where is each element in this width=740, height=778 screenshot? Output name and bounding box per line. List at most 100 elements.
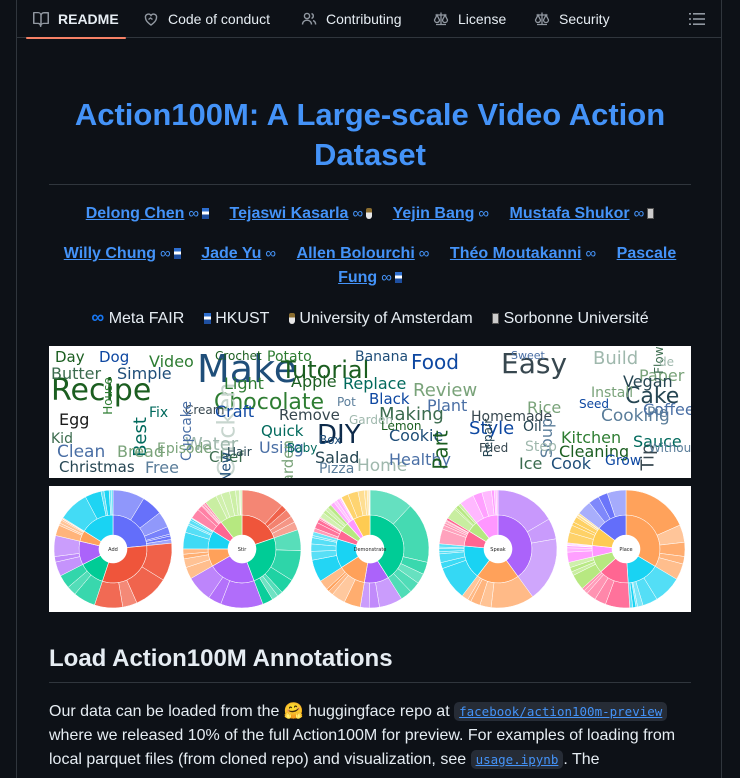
section-paragraph: Our data can be loaded from the 🤗 huggin… [49, 700, 699, 772]
author-link[interactable]: Jade Yu∞ [201, 245, 276, 262]
word-cloud-word: Day [55, 350, 85, 365]
tab-label: Contributing [326, 11, 402, 27]
author-link[interactable]: Tejaswi Kasarla∞ [230, 205, 373, 222]
sunburst-center-label: Stir [238, 547, 248, 553]
tab-security[interactable]: Security [534, 0, 610, 38]
word-cloud-word: Banana [355, 350, 408, 364]
meta-infinity-icon: ∞ [419, 242, 430, 266]
hugging-face-emoji-icon: 🤗 [284, 703, 304, 720]
hkust-icon [204, 313, 211, 324]
readme-tab-bar: README Code of conduct Contributing Lice… [16, 0, 722, 38]
word-cloud-word: Without [649, 442, 691, 454]
word-cloud-word: Christmas [59, 460, 135, 475]
section-divider [49, 682, 691, 683]
word-cloud-word: Apple [291, 374, 337, 390]
meta-infinity-icon: ∞ [634, 202, 645, 226]
author-list-row-1: Delong Chen∞ Tejaswi Kasarla∞ Yejin Bang… [49, 202, 691, 226]
repo-link[interactable]: facebook/action100m-preview [454, 702, 667, 721]
word-cloud-word: Hair [227, 446, 252, 458]
word-cloud-word: Potato [267, 350, 312, 364]
affiliation-uva: University of Amsterdam [286, 310, 473, 327]
word-cloud-word: Video [149, 354, 194, 370]
word-cloud-word: Black [369, 392, 410, 407]
author-link[interactable]: Mustafa Shukor∞ [510, 205, 655, 222]
word-cloud-word: Plant [427, 398, 467, 414]
word-cloud-word: House [102, 377, 114, 415]
word-cloud-word: Pizza [319, 462, 354, 476]
notebook-link[interactable]: usage.ipynb [471, 750, 564, 769]
title-divider [49, 184, 691, 185]
word-cloud-word: Lemon [381, 420, 422, 432]
tab-label: Security [559, 11, 610, 27]
word-cloud-word: Food [411, 352, 459, 372]
sunburst-chart: Stir [181, 488, 303, 610]
word-cloud-word: Pot [337, 396, 356, 408]
tab-label: License [458, 11, 506, 27]
word-cloud-word: Light [224, 376, 264, 392]
sorbonne-icon [647, 208, 654, 219]
sunburst-chart: Add [52, 488, 174, 610]
scale-icon [534, 11, 550, 27]
hkust-icon [174, 248, 181, 259]
word-cloud-word: Quick [261, 424, 303, 439]
affiliation-sorbonne: Sorbonne Université [489, 310, 648, 327]
tab-label: Code of conduct [168, 11, 270, 27]
meta-infinity-icon: ∞ [381, 266, 392, 290]
meta-infinity-icon: ∞ [585, 242, 596, 266]
word-cloud-word: Egg [59, 412, 89, 428]
scale-icon [433, 11, 449, 27]
word-cloud-word: Repair [482, 419, 494, 457]
sorbonne-icon [492, 313, 499, 324]
sunburst-chart: Demonstrate [309, 488, 431, 610]
meta-infinity-icon: ∞ [188, 202, 199, 226]
word-cloud-word: Grow [605, 454, 641, 468]
sunburst-chart: Place [565, 488, 687, 610]
meta-infinity-icon: ∞ [478, 202, 489, 226]
author-link[interactable]: Fung∞ [338, 269, 402, 286]
word-cloud-word: Box [319, 434, 341, 446]
word-cloud-word: Butter [51, 366, 101, 382]
author-link[interactable]: Delong Chen∞ [86, 205, 209, 222]
affiliation-hkust: HKUST [201, 310, 270, 327]
word-cloud-word: Crochet [215, 350, 262, 362]
word-cloud-word: Kid [51, 432, 73, 446]
author-link[interactable]: Yejin Bang∞ [393, 205, 490, 222]
sunburst-center-label: Demonstrate [354, 547, 387, 553]
tab-contributing[interactable]: Contributing [301, 0, 402, 38]
author-link[interactable]: Willy Chung∞ [64, 245, 181, 262]
affiliation-meta: ∞ Meta FAIR [91, 310, 184, 327]
word-cloud-word: Install [591, 386, 633, 400]
word-cloud-word: Fix [149, 406, 168, 420]
word-cloud-word: Pie [647, 406, 668, 420]
tab-code-of-conduct[interactable]: Code of conduct [143, 0, 270, 38]
sunburst-center-label: Add [108, 547, 118, 553]
hkust-icon [202, 208, 209, 219]
sunburst-charts-image: Add Stir Demonstrate Speak Place [49, 486, 691, 612]
uva-icon [366, 208, 372, 219]
author-link[interactable]: Allen Bolourchi∞ [297, 245, 430, 262]
word-cloud-word: Part [431, 430, 451, 469]
word-cloud-word: Build [593, 350, 638, 368]
tab-readme[interactable]: README [33, 0, 119, 38]
section-heading: Load Action100M Annotations [49, 645, 393, 673]
author-link[interactable]: Théo Moutakanni∞ [450, 245, 596, 262]
meta-infinity-icon: ∞ [265, 242, 276, 266]
meta-infinity-icon: ∞ [91, 307, 104, 327]
outline-list-icon[interactable] [689, 11, 705, 27]
meta-infinity-icon: ∞ [160, 242, 171, 266]
tab-license[interactable]: License [433, 0, 506, 38]
word-cloud-word: Episode [157, 442, 212, 456]
author-link[interactable]: Pascale [617, 245, 677, 262]
sunburst-center-label: Speak [490, 547, 505, 553]
word-cloud-image: RecipeMakeTutorialFoodEasyChocolateDIYRe… [49, 346, 691, 478]
tab-label: README [58, 11, 119, 27]
meta-infinity-icon: ∞ [352, 202, 363, 226]
word-cloud-word: Dog [99, 350, 129, 365]
word-cloud-word: Step [525, 440, 557, 454]
word-cloud-word: Sweet [511, 350, 545, 361]
word-cloud-word: de [659, 356, 674, 368]
hkust-icon [395, 272, 402, 283]
word-cloud-word: Free [145, 460, 179, 476]
heart-icon [143, 11, 159, 27]
word-cloud-word: Remove [279, 408, 340, 423]
